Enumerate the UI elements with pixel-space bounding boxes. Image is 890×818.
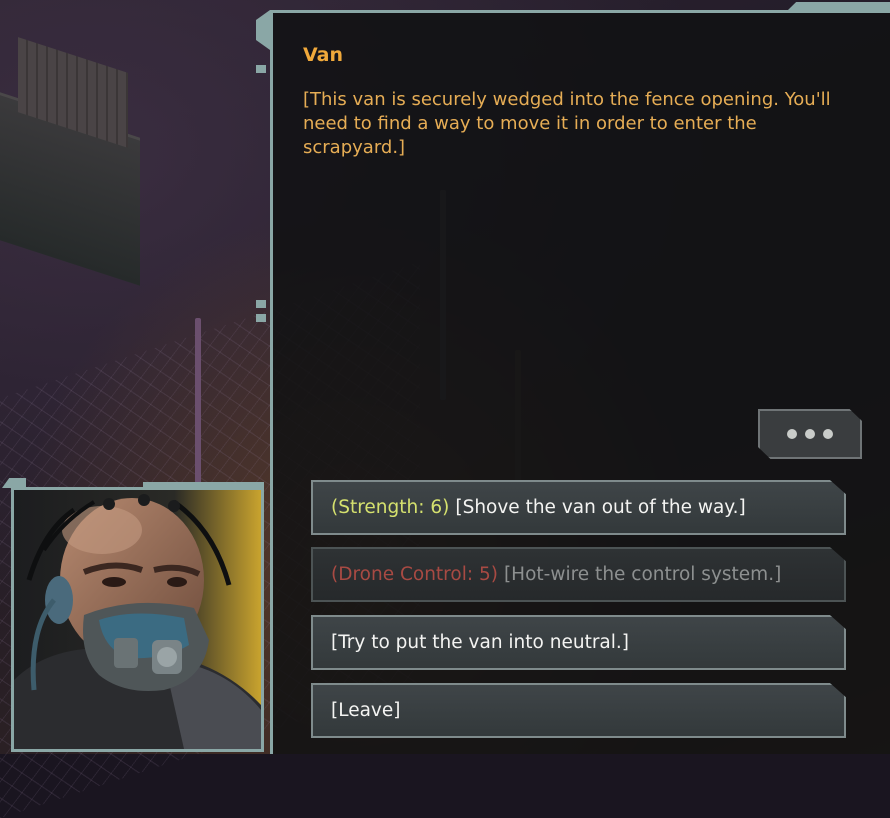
skill-check-tag: (Strength: 6) <box>331 497 450 518</box>
panel-frame-tick <box>256 65 266 73</box>
dialogue-text: [This van is securely wedged into the fe… <box>303 89 831 158</box>
option-text: [Hot-wire the control system.] <box>503 564 782 585</box>
dialogue-option-neutral[interactable]: [Try to put the van into neutral.] <box>311 615 846 670</box>
panel-frame-tick <box>256 314 266 322</box>
fence-post <box>195 318 201 498</box>
character-portrait <box>11 487 264 752</box>
dialogue-option-leave[interactable]: [Leave] <box>311 683 846 738</box>
panel-frame-top-tab <box>788 2 890 10</box>
panel-frame-tick <box>256 300 266 308</box>
dialogue-option-strength[interactable]: (Strength: 6) [Shove the van out of the … <box>311 480 846 535</box>
option-text: [Try to put the van into neutral.] <box>331 632 630 653</box>
option-text: [Leave] <box>331 700 401 721</box>
skill-check-tag: (Drone Control: 5) <box>331 564 498 585</box>
option-text: [Shove the van out of the way.] <box>455 497 746 518</box>
dialogue-option-drone-control[interactable]: (Drone Control: 5) [Hot-wire the control… <box>311 547 846 602</box>
character-portrait-icon <box>14 490 261 749</box>
ellipsis-icon <box>783 429 837 439</box>
speaker-name: Van <box>303 44 344 66</box>
more-options-button[interactable] <box>758 409 862 459</box>
